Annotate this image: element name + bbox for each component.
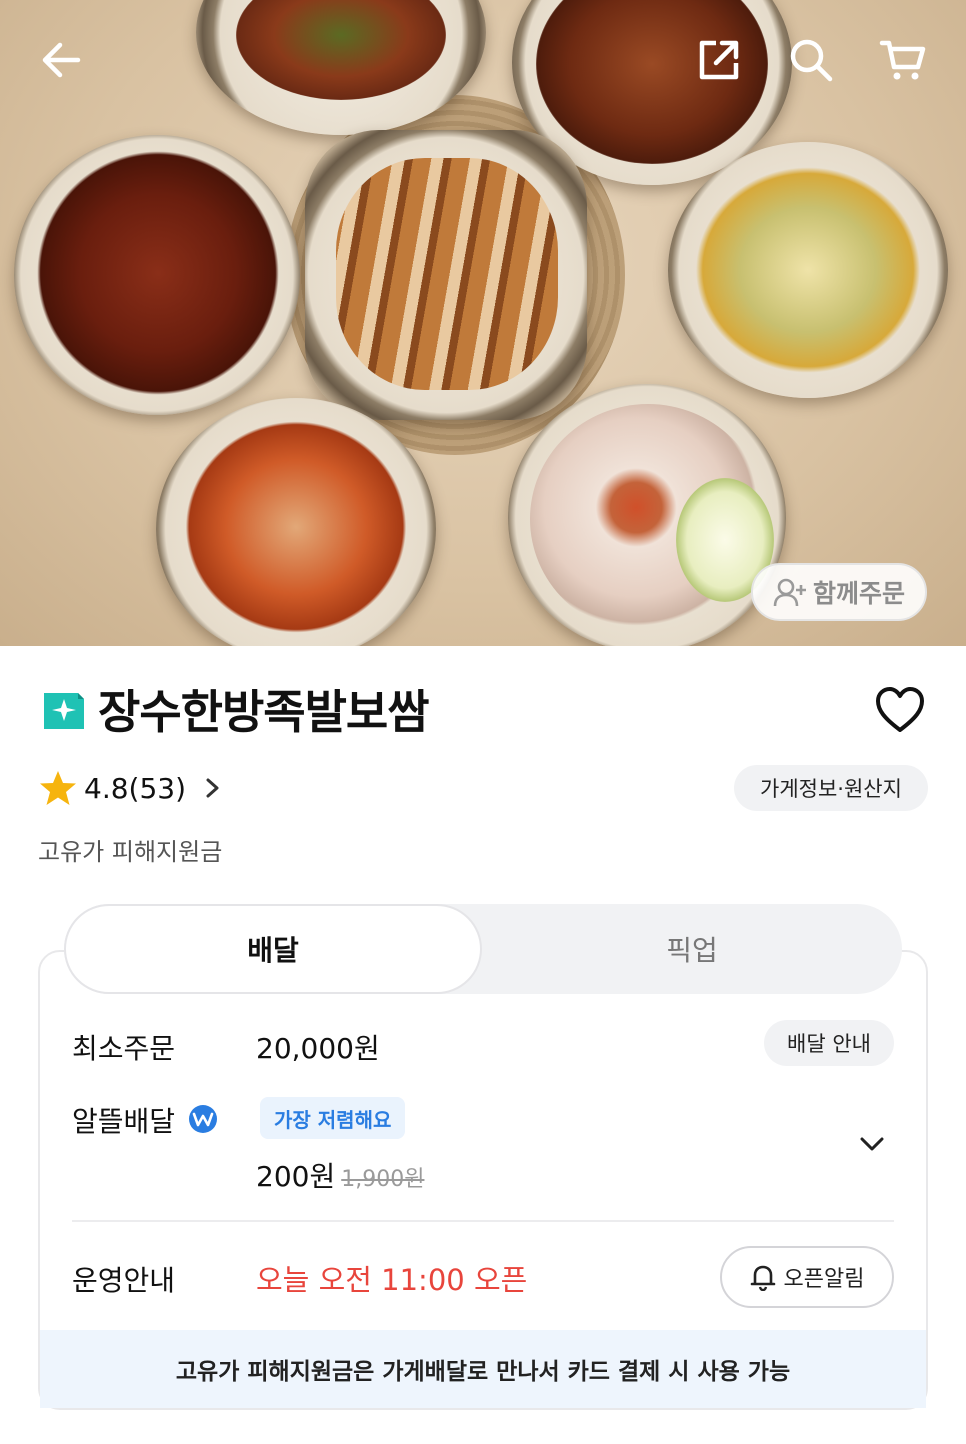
min-order-label: 최소주문 [72,1032,176,1065]
divider [72,1220,894,1222]
rating-row[interactable]: 4.8(53) [38,766,224,810]
store-info-origin-button[interactable]: 가게정보·원산지 [734,765,928,811]
subsidy-label: 고유가 피해지원금 [38,838,223,866]
back-arrow-icon[interactable] [36,35,86,85]
food-radish-salad [178,414,414,640]
order-type-tabs: 배달 픽업 [64,904,902,994]
store-name: 장수한방족발보쌈 [98,685,430,739]
rating-value: 4.8(53) [84,771,187,805]
hours-label: 운영안내 [72,1264,176,1297]
chevron-down-icon[interactable] [858,1132,886,1156]
saver-delivery-label: 알뜰배달 [72,1105,176,1138]
food-spicy-jokbal [36,150,280,396]
cheapest-badge: 가장 저렴해요 [260,1097,406,1139]
food-jokbal [336,158,558,390]
opening-time: 오늘 오전 11:00 오픈 [256,1263,528,1297]
tab-pickup[interactable]: 픽업 [482,904,902,994]
delivery-info-button[interactable]: 배달 안내 [764,1020,894,1066]
saver-price: 200원 [256,1160,336,1193]
chevron-right-icon [206,778,219,798]
subsidy-notice-banner: 고유가 피해지원금은 가게배달로 만나서 카드 결제 시 사용 가능 [40,1330,926,1408]
share-icon[interactable] [694,35,744,85]
add-person-icon [773,578,806,607]
tab-delivery[interactable]: 배달 [64,904,482,994]
cart-icon[interactable] [878,35,928,85]
search-icon[interactable] [786,35,836,85]
star-icon [40,771,76,805]
min-order-value: 20,000원 [256,1032,380,1065]
food-salad [688,160,928,380]
together-order-label: 함께주문 [812,579,905,608]
store-brand-icon [42,689,86,731]
together-order-button[interactable]: 함께주문 [751,563,927,621]
store-hero-image: 함께주문 [0,0,966,646]
favorite-heart-icon[interactable] [872,684,928,736]
wow-membership-icon [189,1105,217,1133]
open-alarm-button[interactable]: 오픈알림 [720,1246,894,1308]
saver-original-price: 1,900원 [341,1167,425,1192]
bell-icon [750,1265,775,1291]
saver-price-row: 200원 1,900원 [256,1155,424,1195]
open-alarm-label: 오픈알림 [783,1267,865,1292]
